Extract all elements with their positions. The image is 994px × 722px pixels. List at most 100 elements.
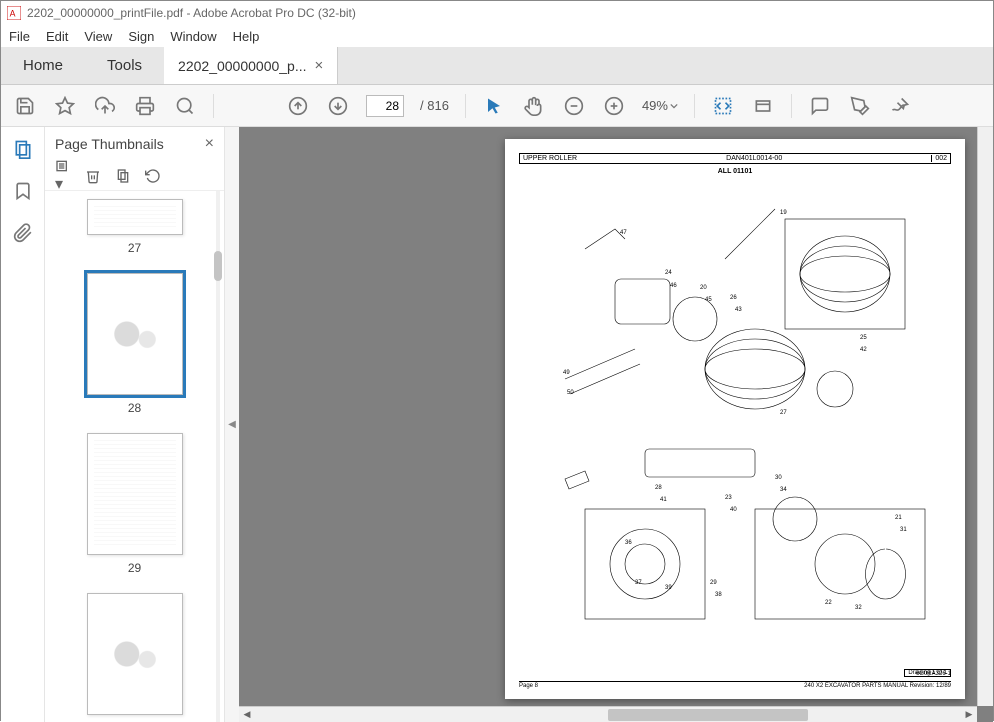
- save-icon[interactable]: [13, 94, 37, 118]
- svg-text:36: 36: [625, 540, 632, 546]
- svg-text:37: 37: [635, 580, 642, 586]
- thumbnail-label: 28: [128, 401, 141, 415]
- svg-text:43: 43: [735, 307, 742, 313]
- thumbnails-scrollbar[interactable]: [214, 191, 222, 722]
- horizontal-scrollbar[interactable]: ◀▶: [239, 706, 977, 722]
- vertical-scrollbar[interactable]: [977, 127, 993, 706]
- menu-view[interactable]: View: [84, 29, 112, 44]
- toolbar-separator: [791, 94, 792, 118]
- page-number-input[interactable]: [366, 95, 404, 117]
- zoom-out-icon[interactable]: [562, 94, 586, 118]
- svg-text:22: 22: [825, 600, 832, 606]
- menu-sign[interactable]: Sign: [128, 29, 154, 44]
- find-icon[interactable]: [173, 94, 197, 118]
- panel-collapse-handle[interactable]: ◀: [225, 127, 239, 722]
- thumbnails-close-button[interactable]: ×: [205, 135, 214, 153]
- tab-home-label: Home: [23, 57, 63, 74]
- thumbnail-page: [87, 433, 183, 555]
- toolbar-separator: [694, 94, 695, 118]
- svg-text:40: 40: [730, 507, 737, 513]
- thumbnails-header: Page Thumbnails ×: [45, 127, 224, 161]
- svg-text:28: 28: [655, 485, 662, 491]
- page-down-icon[interactable]: [326, 94, 350, 118]
- comment-icon[interactable]: [808, 94, 832, 118]
- svg-text:45: 45: [705, 297, 712, 303]
- svg-text:50: 50: [567, 390, 574, 396]
- drawing-count-label: Drawing 1 of 1: [904, 669, 951, 677]
- menu-bar: File Edit View Sign Window Help: [1, 25, 993, 47]
- menu-edit[interactable]: Edit: [46, 29, 68, 44]
- tab-home[interactable]: Home: [1, 47, 85, 84]
- page-header-title: UPPER ROLLER: [523, 155, 577, 162]
- tab-document-label: 2202_00000000_p...: [178, 58, 306, 74]
- zoom-dropdown[interactable]: 49%: [642, 98, 678, 113]
- page-header: UPPER ROLLER DAN401L0014-00 002: [519, 153, 951, 164]
- thumbnail-page: [87, 593, 183, 715]
- thumbnail-item[interactable]: 29: [45, 433, 224, 575]
- page-subtitle: ALL 01101: [519, 168, 951, 175]
- thumbnails-title: Page Thumbnails: [55, 136, 164, 152]
- tab-close-button[interactable]: ×: [315, 57, 324, 74]
- svg-text:31: 31: [900, 527, 907, 533]
- cloud-upload-icon[interactable]: [93, 94, 117, 118]
- fit-width-icon[interactable]: [711, 94, 735, 118]
- svg-text:41: 41: [660, 497, 667, 503]
- highlight-icon[interactable]: [848, 94, 872, 118]
- page-header-rev: 002: [931, 155, 947, 162]
- svg-text:19: 19: [780, 210, 787, 216]
- sign-icon[interactable]: [888, 94, 912, 118]
- bookmark-rail-icon[interactable]: [13, 181, 33, 201]
- tab-tools-label: Tools: [107, 57, 142, 74]
- toolbar-separator: [213, 94, 214, 118]
- thumbnail-page: [87, 199, 183, 235]
- delete-icon[interactable]: [85, 168, 101, 184]
- thumbnails-list: 27 28 29 30: [45, 191, 224, 722]
- thumbnails-rail-icon[interactable]: [13, 139, 33, 159]
- page-display-icon[interactable]: [751, 94, 775, 118]
- page-total-label: / 816: [420, 98, 449, 113]
- svg-text:25: 25: [860, 335, 867, 341]
- hand-tool-icon[interactable]: [522, 94, 546, 118]
- print-icon[interactable]: [133, 94, 157, 118]
- tab-document[interactable]: 2202_00000000_p... ×: [164, 47, 338, 84]
- menu-help[interactable]: Help: [233, 29, 260, 44]
- window-title: 2202_00000000_printFile.pdf - Adobe Acro…: [27, 6, 356, 20]
- select-tool-icon[interactable]: [482, 94, 506, 118]
- thumbnail-page: [87, 273, 183, 395]
- thumbnail-item[interactable]: 27: [45, 199, 224, 255]
- toolbar: / 816 49%: [1, 85, 993, 127]
- menu-window[interactable]: Window: [170, 29, 216, 44]
- toolbar-separator: [465, 94, 466, 118]
- main-area: Page Thumbnails × ▾ 27 28 29 3: [1, 127, 993, 722]
- page-footer-left: Page 8: [519, 683, 538, 689]
- star-icon[interactable]: [53, 94, 77, 118]
- attachment-rail-icon[interactable]: [13, 223, 33, 243]
- thumbnail-item[interactable]: 28: [45, 273, 224, 415]
- navigation-rail: [1, 127, 45, 722]
- svg-text:38: 38: [715, 592, 722, 598]
- document-viewport[interactable]: UPPER ROLLER DAN401L0014-00 002 ALL 0110…: [239, 127, 993, 722]
- svg-text:27: 27: [780, 410, 787, 416]
- svg-text:47: 47: [620, 230, 627, 236]
- svg-text:A: A: [10, 9, 16, 19]
- svg-text:29: 29: [710, 580, 717, 586]
- tab-bar: Home Tools 2202_00000000_p... ×: [1, 47, 993, 85]
- parts-diagram: 4719244620452643254249502730342841234036…: [525, 189, 945, 649]
- zoom-value-label: 49%: [642, 98, 668, 113]
- svg-text:46: 46: [670, 283, 677, 289]
- rotate-icon[interactable]: [115, 168, 131, 184]
- svg-text:34: 34: [780, 487, 787, 493]
- app-icon: A: [7, 6, 21, 20]
- window-title-bar: A 2202_00000000_printFile.pdf - Adobe Ac…: [1, 1, 993, 25]
- svg-text:20: 20: [700, 285, 707, 291]
- page-footer: Page 8 240 X2 EXCAVATOR PARTS MANUAL Rev…: [519, 681, 951, 689]
- svg-text:24: 24: [665, 270, 672, 276]
- tab-tools[interactable]: Tools: [85, 47, 164, 84]
- undo-icon[interactable]: [145, 168, 161, 184]
- menu-file[interactable]: File: [9, 29, 30, 44]
- thumbnails-options-icon[interactable]: ▾: [55, 158, 71, 194]
- zoom-in-icon[interactable]: [602, 94, 626, 118]
- thumbnail-item[interactable]: 30: [45, 593, 224, 722]
- thumbnail-label: 29: [128, 561, 141, 575]
- page-up-icon[interactable]: [286, 94, 310, 118]
